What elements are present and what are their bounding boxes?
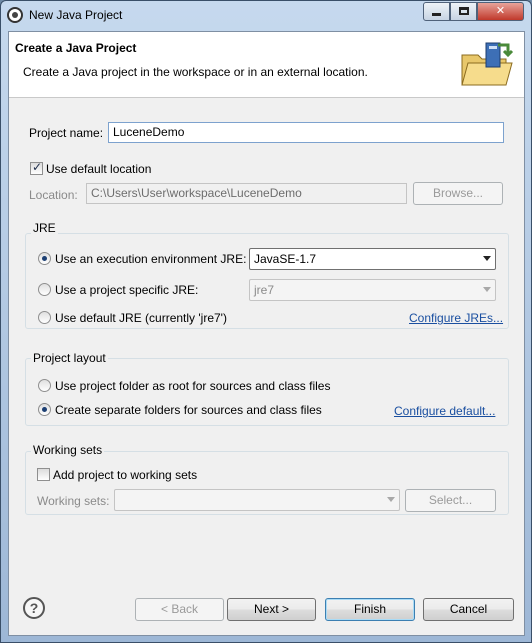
minimize-button[interactable] (423, 2, 450, 21)
java-project-folder-icon (461, 42, 514, 86)
configure-jres-link[interactable]: Configure JREs... (409, 311, 503, 325)
project-name-label: Project name: (29, 126, 104, 140)
execution-environment-value: JavaSE-1.7 (254, 252, 317, 266)
location-input[interactable]: C:\Users\User\workspace\LuceneDemo (86, 183, 407, 204)
working-sets-select[interactable] (114, 489, 400, 511)
layout-project-root-radio[interactable] (38, 379, 51, 392)
jre-execution-environment-label: Use an execution environment JRE: (55, 252, 247, 266)
eclipse-icon (7, 7, 23, 23)
jre-default-label: Use default JRE (currently 'jre7') (55, 311, 227, 325)
jre-project-specific-radio[interactable] (38, 283, 51, 296)
dialog-window: New Java Project ✕ Create a Java Project… (0, 0, 532, 643)
banner-title: Create a Java Project (15, 41, 137, 55)
jre-default-radio[interactable] (38, 311, 51, 324)
working-sets-group-title: Working sets (31, 443, 105, 457)
cancel-button[interactable]: Cancel (423, 598, 514, 621)
next-button[interactable]: Next > (227, 598, 316, 621)
banner-description: Create a Java project in the workspace o… (23, 65, 368, 79)
wizard-banner: Create a Java Project Create a Java proj… (9, 32, 524, 98)
jre-project-specific-label: Use a project specific JRE: (55, 283, 199, 297)
project-specific-jre-value: jre7 (254, 283, 275, 297)
add-to-working-sets-label: Add project to working sets (53, 468, 198, 482)
finish-button[interactable]: Finish (325, 598, 415, 621)
project-layout-group-title: Project layout (31, 351, 108, 365)
project-name-input[interactable]: LuceneDemo (108, 122, 504, 143)
execution-environment-select[interactable]: JavaSE-1.7 (249, 248, 496, 270)
layout-separate-folders-label: Create separate folders for sources and … (55, 403, 322, 417)
dialog-client: Create a Java Project Create a Java proj… (8, 31, 525, 636)
location-label: Location: (29, 188, 78, 202)
back-button[interactable]: < Back (135, 598, 224, 621)
help-icon[interactable]: ? (23, 597, 45, 619)
browse-button[interactable]: Browse... (413, 182, 503, 205)
maximize-button[interactable] (450, 2, 477, 21)
minimize-icon (432, 13, 441, 16)
working-sets-label: Working sets: (37, 494, 110, 508)
chevron-down-icon (483, 256, 491, 261)
chevron-down-icon (483, 287, 491, 292)
use-default-location-checkbox[interactable] (30, 160, 43, 175)
jre-execution-environment-radio[interactable] (38, 252, 51, 265)
jre-group-title: JRE (31, 221, 58, 235)
select-working-sets-button[interactable]: Select... (405, 489, 496, 512)
layout-separate-folders-radio[interactable] (38, 403, 51, 416)
layout-project-root-label: Use project folder as root for sources a… (55, 379, 331, 393)
maximize-icon (458, 7, 469, 15)
use-default-location-label: Use default location (46, 162, 152, 176)
close-icon: ✕ (495, 5, 506, 17)
configure-default-link[interactable]: Configure default... (394, 404, 495, 418)
project-specific-jre-select[interactable]: jre7 (249, 279, 496, 301)
chevron-down-icon (387, 497, 395, 502)
add-to-working-sets-checkbox[interactable] (37, 468, 50, 481)
close-button[interactable]: ✕ (477, 2, 524, 21)
title-bar[interactable]: New Java Project ✕ (1, 1, 531, 30)
window-title: New Java Project (29, 8, 123, 22)
